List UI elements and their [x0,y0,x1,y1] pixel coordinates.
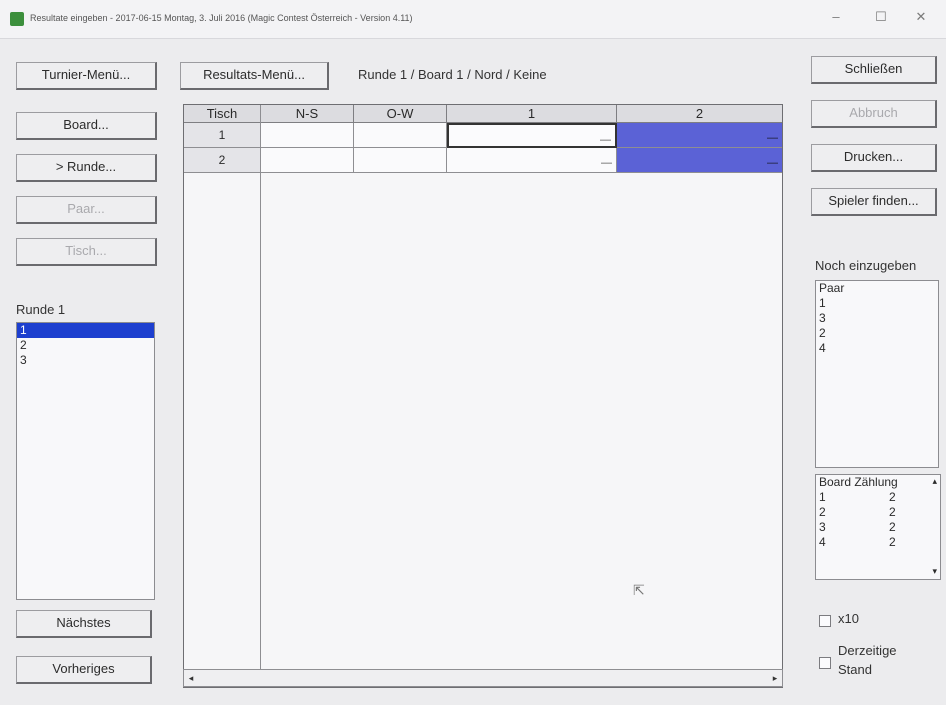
board-row[interactable]: 32 [816,520,940,535]
column-header-2: 2 [617,105,782,123]
maximize-button[interactable]: ☐ [866,6,896,28]
board-row[interactable]: 42 [816,535,940,550]
board-number: 4 [819,535,826,549]
spieler-finden-button[interactable]: Spieler finden... [811,188,937,216]
title-bar: Resultate eingeben - 2017-06-15 Montag, … [0,0,946,39]
noch-einzugeben-label: Noch einzugeben [815,258,917,273]
list-item[interactable]: 3 [816,311,938,326]
application-window: Resultate eingeben - 2017-06-15 Montag, … [0,0,946,705]
close-button[interactable]: ✕ [906,6,936,28]
runde-button[interactable]: > Runde... [16,154,157,182]
row-ns-cell[interactable] [261,148,354,173]
context-label: Runde 1 / Board 1 / Nord / Keine [358,67,547,82]
board-number: 3 [819,520,826,534]
board-row[interactable]: 22 [816,505,940,520]
derzeitige-stand-checkbox[interactable] [819,657,831,669]
column-header-1: 1 [447,105,617,123]
dash-marker: — [767,157,778,169]
dash-marker: — [601,157,612,169]
drucken-button[interactable]: Drucken... [811,144,937,172]
board-number: 1 [819,490,826,504]
vorheriges-button[interactable]: Vorheriges [16,656,152,684]
mouse-cursor-icon: ⇱ [633,582,645,598]
runde-label: Runde 1 [16,302,66,317]
column-divider [260,105,261,687]
row-2-cell[interactable]: — [617,123,782,148]
board-count: 2 [889,520,896,534]
row-2-cell[interactable]: — [617,148,782,173]
list-item[interactable]: 3 [17,353,154,368]
row-ow-cell[interactable] [354,123,447,148]
column-header-ns: N-S [261,105,354,123]
scroll-right-icon[interactable]: ▸ [769,671,781,685]
board-number: 2 [819,505,826,519]
board-count: 2 [889,505,896,519]
paar-button[interactable]: Paar... [16,196,157,224]
board-count: 2 [889,490,896,504]
tisch-button[interactable]: Tisch... [16,238,157,266]
row-1-cell-active[interactable]: — [447,123,617,148]
dash-marker: — [767,132,778,144]
board-button[interactable]: Board... [16,112,157,140]
list-item[interactable]: 2 [17,338,154,353]
column-header-tisch: Tisch [184,105,261,123]
turnier-menu-button[interactable]: Turnier-Menü... [16,62,157,90]
scroll-left-icon[interactable]: ◂ [185,671,197,685]
list-item[interactable]: 1 [816,296,938,311]
x10-checkbox[interactable] [819,615,831,627]
schliessen-button[interactable]: Schließen [811,56,937,84]
list-item[interactable]: Paar [816,281,938,296]
x10-label: x10 [838,611,859,626]
column-header-ow: O-W [354,105,447,123]
board-zaehlung-list[interactable]: Board Zählung 12 22 32 42 ▴ ▾ [815,474,941,580]
list-item[interactable]: 4 [816,341,938,356]
board-row[interactable]: 12 [816,490,940,505]
runde-list[interactable]: 1 2 3 [16,322,155,600]
list-item[interactable]: 2 [816,326,938,341]
window-title: Resultate eingeben - 2017-06-15 Montag, … [30,13,413,23]
naechstes-button[interactable]: Nächstes [16,610,152,638]
minimize-button[interactable]: – [821,6,851,28]
stand-label: Stand [838,662,872,677]
app-icon [10,12,24,26]
row-ns-cell[interactable] [261,123,354,148]
scroll-down-icon[interactable]: ▾ [932,566,937,577]
row-1-cell[interactable]: — [447,148,617,173]
board-count: 2 [889,535,896,549]
row-ow-cell[interactable] [354,148,447,173]
resultats-menu-button[interactable]: Resultats-Menü... [180,62,329,90]
abbruch-button[interactable]: Abbruch [811,100,937,128]
board-list-header: Board Zählung [819,475,898,489]
list-item[interactable]: 1 [17,323,154,338]
horizontal-scrollbar[interactable]: ◂ ▸ [183,669,783,687]
row-tisch-cell[interactable]: 2 [184,148,261,173]
derzeitige-label: Derzeitige [838,643,897,658]
results-grid[interactable]: Tisch N-S O-W 1 2 1 — — 2 — — [183,104,783,688]
noch-einzugeben-list[interactable]: Paar 1 3 2 4 [815,280,939,468]
row-tisch-cell[interactable]: 1 [184,123,261,148]
scroll-up-icon[interactable]: ▴ [932,476,937,487]
